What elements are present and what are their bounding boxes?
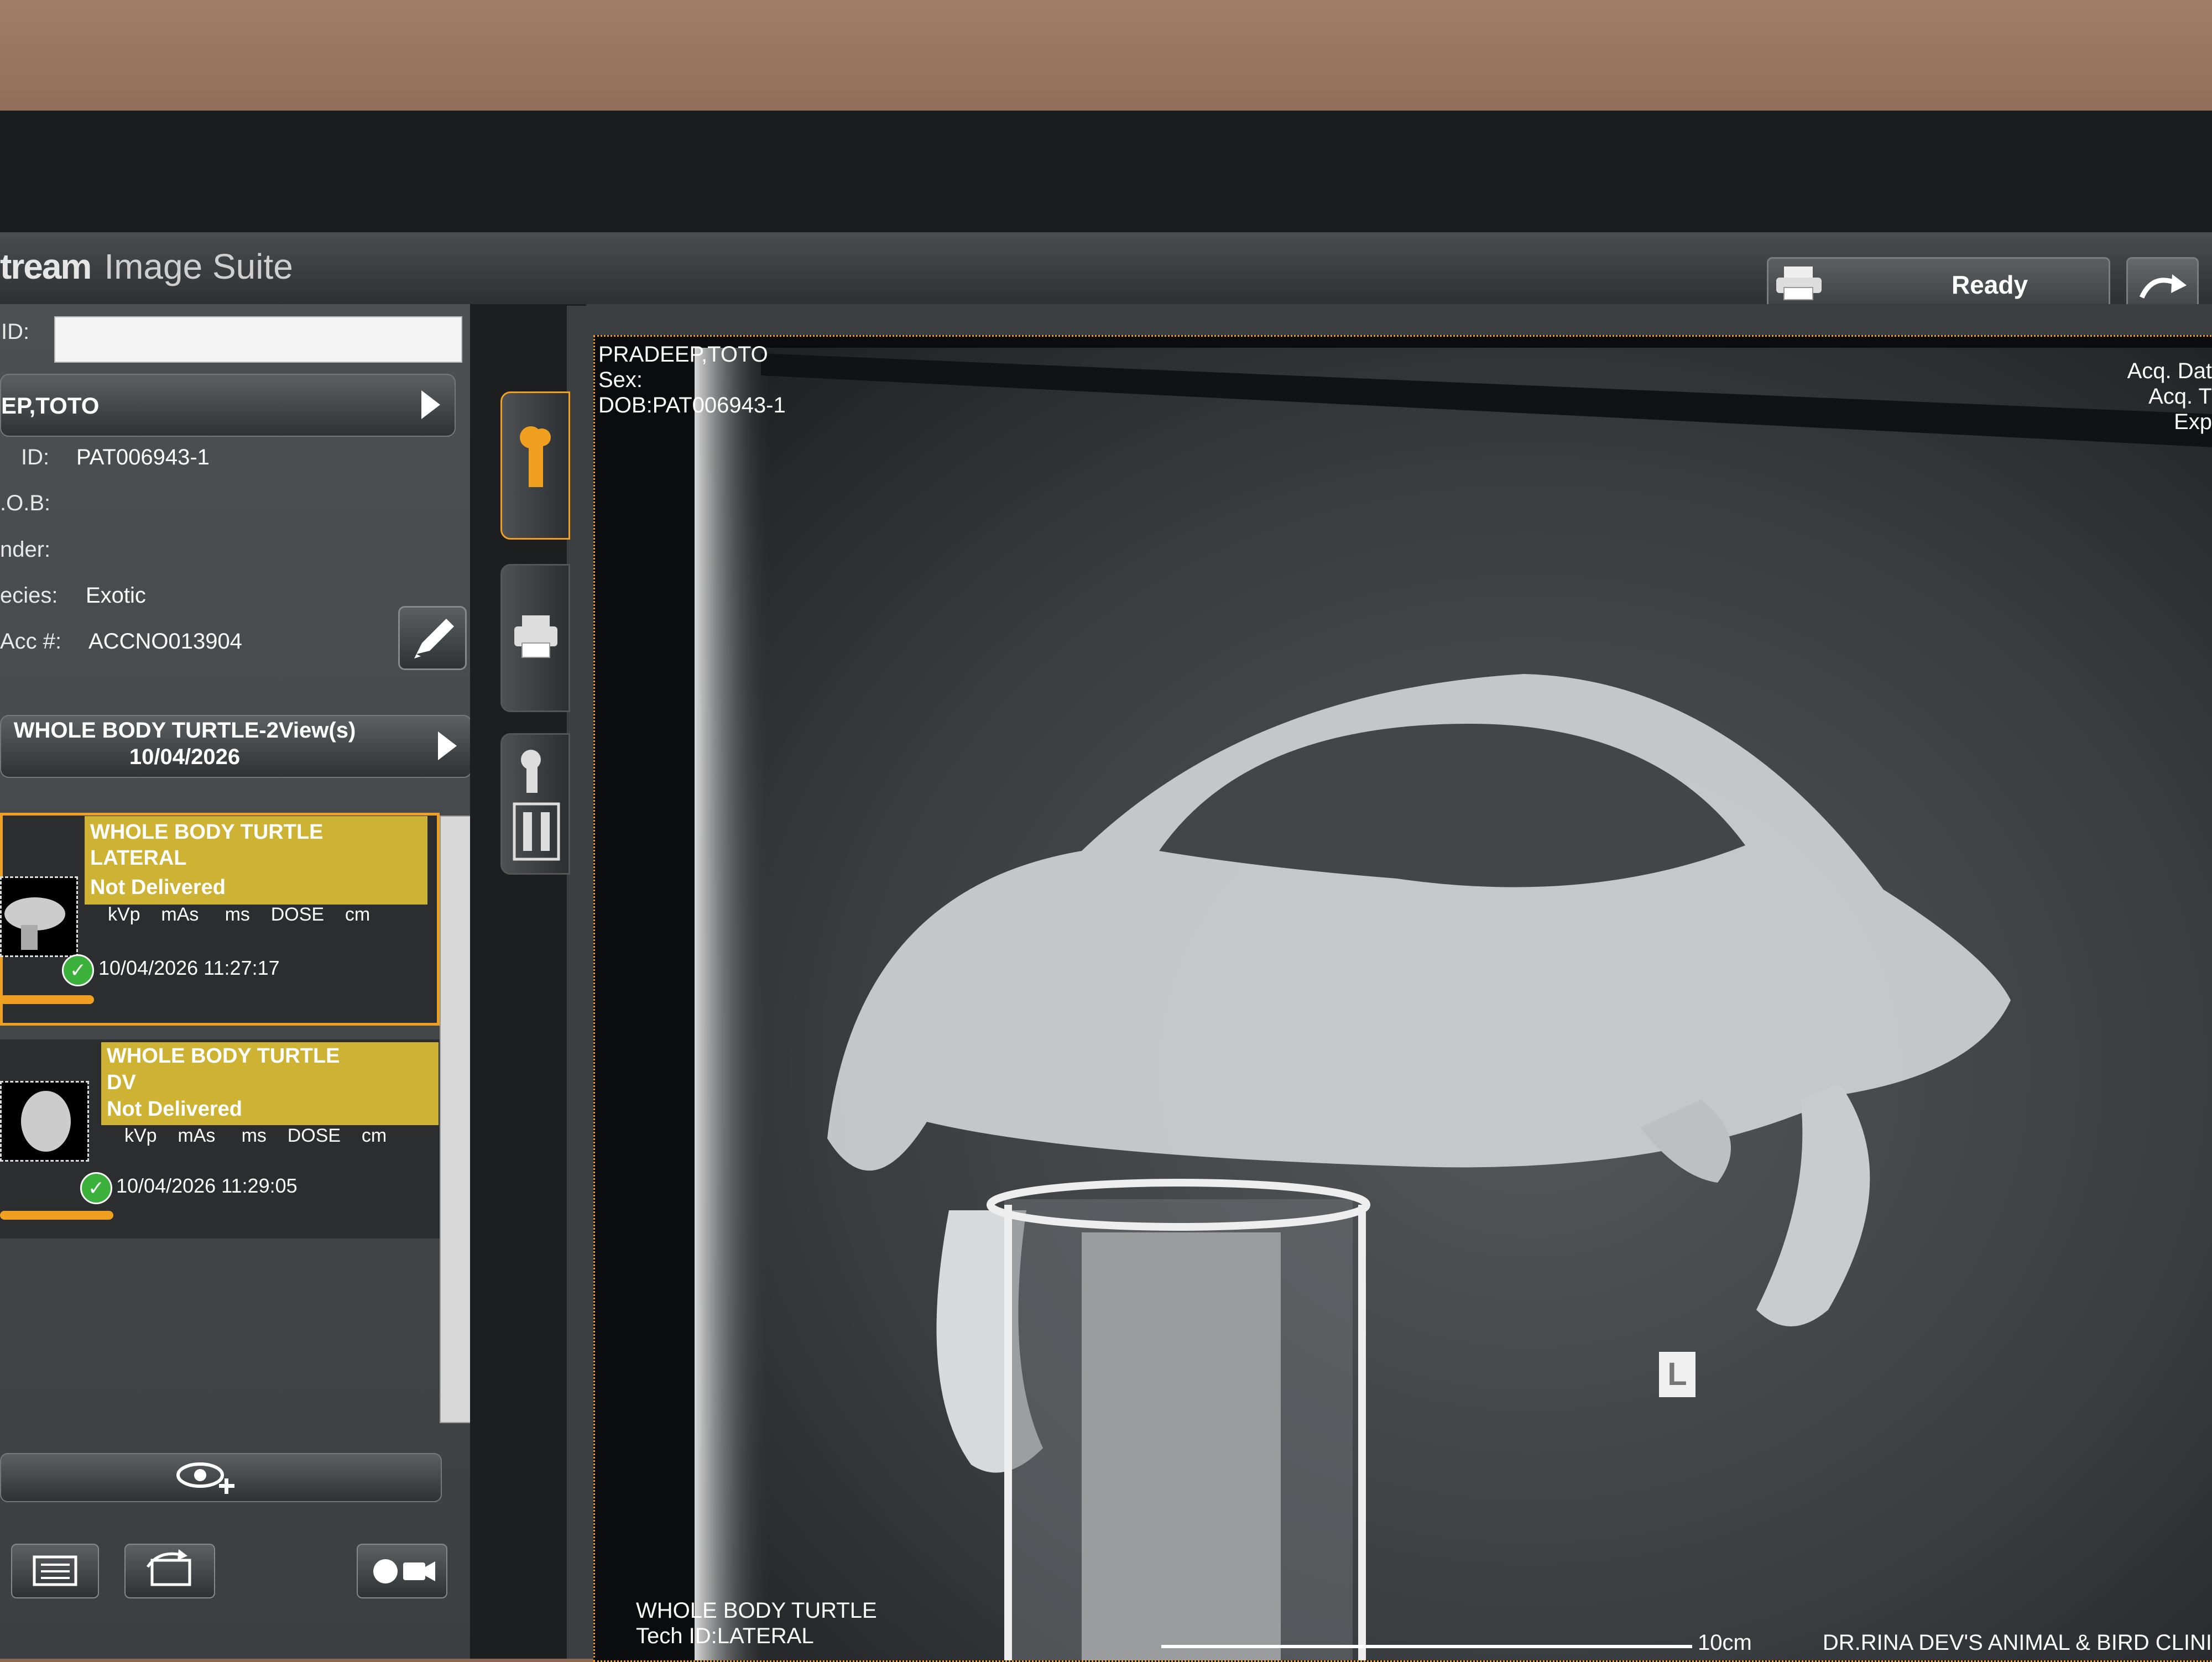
series-params: kVp mAs ms DOSE cm bbox=[108, 904, 371, 925]
series-view: DV bbox=[107, 1071, 136, 1094]
bone-tool-button[interactable] bbox=[500, 391, 570, 540]
series-timestamp: 10/04/2026 11:29:05 bbox=[116, 1174, 298, 1197]
scale-label: 10cm bbox=[1698, 1630, 1752, 1655]
series-params: kVp mAs ms DOSE cm bbox=[124, 1125, 387, 1146]
overlay-top-left: PRADEEP,TOTO Sex: DOB:PAT006943-1 bbox=[598, 342, 786, 418]
overlay-study-name: WHOLE BODY TURTLE bbox=[636, 1598, 877, 1623]
list-icon bbox=[33, 1555, 77, 1586]
gender-label: nder: bbox=[0, 537, 51, 562]
redo-button[interactable] bbox=[2126, 257, 2199, 311]
print-tool-button[interactable] bbox=[500, 564, 570, 712]
series-view: LATERAL bbox=[90, 846, 187, 870]
series-thumbnail[interactable] bbox=[0, 1081, 89, 1162]
overlay-exposure: Exp bbox=[2174, 410, 2212, 434]
eye-add-icon bbox=[176, 1462, 234, 1494]
overlay-bottom-left: WHOLE BODY TURTLE Tech ID:LATERAL bbox=[636, 1598, 877, 1649]
compare-tool-button[interactable] bbox=[500, 733, 570, 875]
check-icon: ✓ bbox=[80, 1172, 112, 1204]
series-thumbnail[interactable] bbox=[0, 876, 78, 957]
thumbnail-image bbox=[4, 897, 65, 950]
view-add-button[interactable] bbox=[0, 1453, 442, 1502]
series-title: WHOLE BODY TURTLE bbox=[90, 820, 324, 844]
id-search-label: ID: bbox=[1, 320, 30, 344]
brand-name: tream bbox=[0, 247, 92, 286]
study-bar[interactable]: WHOLE BODY TURTLE-2View(s) 10/04/2026 bbox=[0, 715, 472, 778]
chevron-right-icon bbox=[421, 390, 440, 419]
overlay-patient-name: PRADEEP,TOTO bbox=[598, 342, 768, 367]
patient-id-value: PAT006943-1 bbox=[76, 445, 210, 469]
scale-bar bbox=[1161, 1645, 1692, 1648]
patient-name: EP,TOTO bbox=[1, 393, 100, 419]
species-label: ecies: bbox=[0, 583, 58, 608]
overlay-acq-date: Acq. Dat bbox=[2127, 359, 2212, 383]
screen-rotate-icon bbox=[146, 1549, 191, 1586]
accession-value: ACCNO013904 bbox=[88, 629, 242, 654]
patient-id-input[interactable] bbox=[54, 316, 462, 363]
series-header: WHOLE BODY TURTLE DV Not Delivered bbox=[101, 1042, 439, 1125]
overlay-tech-id: Tech ID:LATERAL bbox=[636, 1624, 814, 1648]
screen-rotate-button[interactable] bbox=[124, 1544, 215, 1598]
overlay-dob: DOB:PAT006943-1 bbox=[598, 393, 786, 417]
status-indicator[interactable]: Ready bbox=[1767, 257, 2110, 310]
dob-label: .O.B: bbox=[0, 491, 51, 515]
thumbnail-image bbox=[21, 1091, 71, 1152]
series-progress bbox=[0, 1211, 113, 1220]
overlay-clinic-name: DR.RINA DEV'S ANIMAL & BIRD CLINI bbox=[1822, 1630, 2212, 1655]
series-title: WHOLE BODY TURTLE bbox=[107, 1044, 340, 1068]
check-icon: ✓ bbox=[62, 954, 94, 986]
xray-image bbox=[595, 337, 2212, 1660]
study-date: 10/04/2026 bbox=[129, 745, 241, 769]
overlay-acq-time: Acq. T bbox=[2148, 384, 2212, 409]
species-value: Exotic bbox=[86, 583, 146, 608]
series-timestamp: 10/04/2026 11:27:17 bbox=[98, 957, 280, 979]
study-title: WHOLE BODY TURTLE-2View(s) bbox=[13, 718, 356, 743]
suite-name: Image Suite bbox=[104, 247, 293, 286]
series-status: Not Delivered bbox=[107, 1097, 242, 1121]
series-header: WHOLE BODY TURTLE LATERAL Not Delivered bbox=[85, 816, 427, 905]
bone-icon bbox=[520, 426, 551, 487]
video-camera-icon bbox=[373, 1559, 435, 1583]
edit-icon bbox=[414, 619, 454, 658]
redo-icon bbox=[2139, 274, 2187, 299]
app-brand: tream Image Suite bbox=[0, 246, 293, 287]
wall-background bbox=[0, 0, 2212, 122]
compare-bone-icon bbox=[513, 750, 560, 861]
printer-icon bbox=[1776, 266, 1822, 300]
status-text: Ready bbox=[1951, 270, 2028, 299]
list-view-button[interactable] bbox=[11, 1544, 99, 1598]
patient-id-label: ID: bbox=[21, 445, 50, 469]
series-progress bbox=[0, 995, 94, 1004]
video-capture-button[interactable] bbox=[357, 1544, 447, 1598]
xray-viewport[interactable] bbox=[593, 335, 2212, 1662]
series-status: Not Delivered bbox=[90, 876, 226, 899]
accession-label: Acc #: bbox=[0, 629, 62, 654]
edit-patient-button[interactable] bbox=[398, 606, 467, 670]
chevron-right-icon bbox=[438, 731, 457, 760]
patient-name-bar[interactable]: EP,TOTO bbox=[0, 374, 456, 437]
laterality-marker: L bbox=[1659, 1352, 1695, 1397]
print-icon bbox=[514, 615, 557, 658]
overlay-sex: Sex: bbox=[598, 368, 643, 392]
overlay-top-right: Acq. Dat Acq. T Exp bbox=[2127, 358, 2212, 435]
